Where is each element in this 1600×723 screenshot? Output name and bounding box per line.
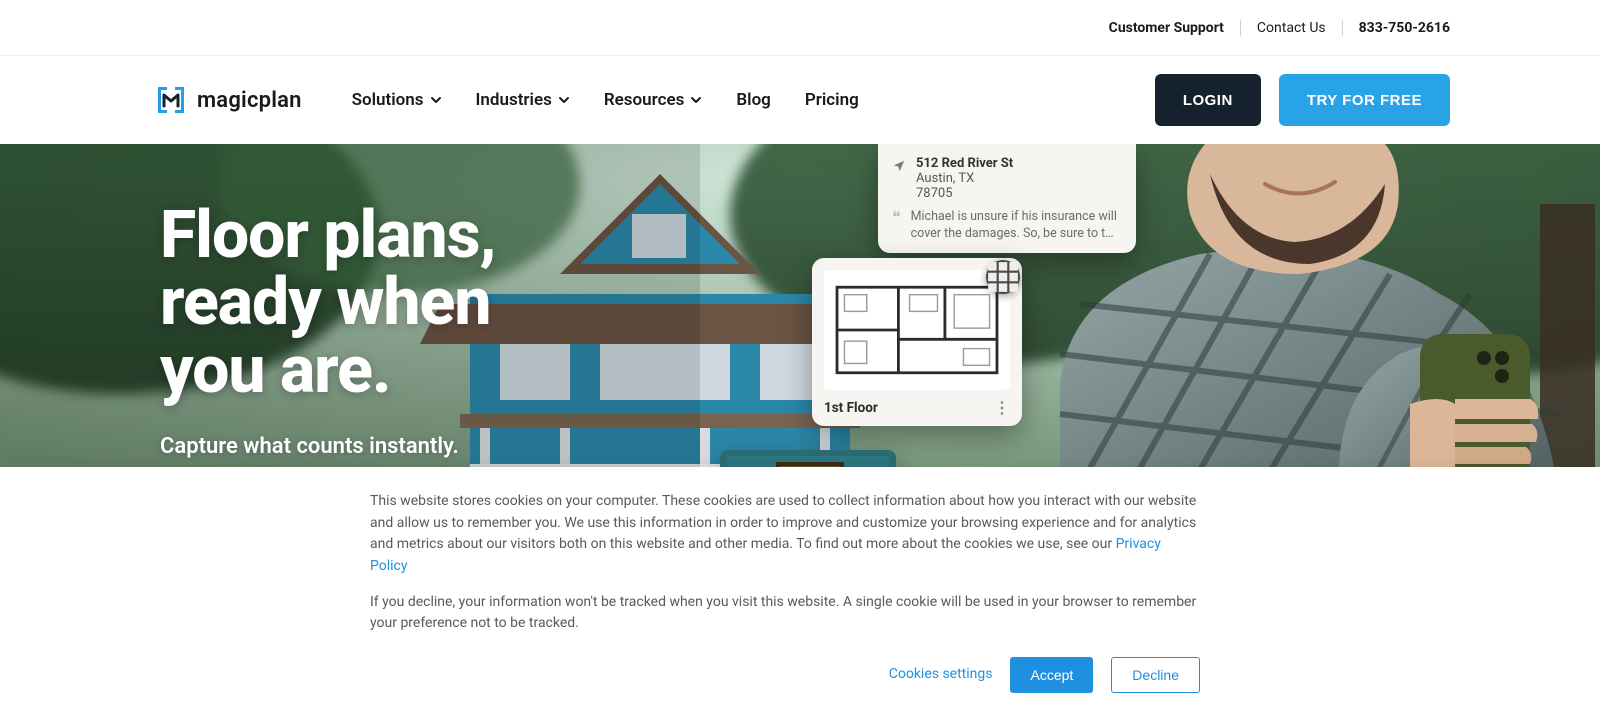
hero-title-line: ready when (160, 264, 490, 341)
grid-view-icon[interactable] (986, 260, 1020, 294)
nav-item-solutions[interactable]: Solutions (352, 90, 442, 110)
cookie-text: This website stores cookies on your comp… (370, 493, 1196, 552)
nav-actions: LOGIN TRY FOR FREE (1155, 74, 1450, 126)
accept-button[interactable]: Accept (1010, 657, 1093, 693)
address-card: 512 Red River St Austin, TX 78705 ❝ Mich… (878, 144, 1136, 253)
brand-logo[interactable]: magicplan (155, 84, 302, 116)
cookie-paragraph-2: If you decline, your information won't b… (370, 592, 1200, 635)
try-free-button[interactable]: TRY FOR FREE (1279, 74, 1450, 126)
address-lines: 512 Red River St Austin, TX 78705 (916, 156, 1013, 201)
nav-label: Blog (736, 90, 771, 110)
address-line-3: 78705 (916, 186, 1013, 201)
floorplan-preview (824, 270, 1010, 390)
chevron-down-icon (430, 94, 442, 106)
address-line-2: Austin, TX (916, 171, 1013, 186)
divider (1240, 20, 1241, 36)
nav-item-blog[interactable]: Blog (736, 90, 771, 110)
quote-icon: ❝ (892, 209, 901, 243)
nav-label: Pricing (805, 90, 859, 110)
more-vertical-icon[interactable]: ⋮ (994, 405, 1010, 411)
logo-mark-icon (155, 84, 187, 116)
main-nav: magicplan Solutions Industries Resources… (0, 56, 1600, 144)
address-note: Michael is unsure if his insurance will … (911, 209, 1122, 243)
cookie-paragraph-1: This website stores cookies on your comp… (370, 491, 1200, 578)
brand-name: magicplan (197, 88, 302, 113)
hero-title-line: you are. (160, 332, 391, 409)
nav-label: Industries (476, 90, 552, 110)
chevron-down-icon (558, 94, 570, 106)
nav-item-resources[interactable]: Resources (604, 90, 703, 110)
hero-content: Floor plans, ready when you are. Capture… (0, 144, 1600, 494)
login-button[interactable]: LOGIN (1155, 74, 1261, 126)
nav-menu: Solutions Industries Resources Blog Pric… (352, 90, 859, 110)
nav-item-industries[interactable]: Industries (476, 90, 570, 110)
phone-link[interactable]: 833-750-2616 (1359, 20, 1450, 36)
cookie-banner: This website stores cookies on your comp… (0, 467, 1600, 723)
nav-label: Solutions (352, 90, 424, 110)
utility-bar: Customer Support Contact Us 833-750-2616 (0, 0, 1600, 56)
decline-button[interactable]: Decline (1111, 657, 1200, 693)
nav-item-pricing[interactable]: Pricing (805, 90, 859, 110)
floorplan-label: 1st Floor (824, 400, 878, 416)
location-arrow-icon (892, 158, 906, 177)
cookies-settings-link[interactable]: Cookies settings (889, 664, 993, 686)
contact-us-link[interactable]: Contact Us (1257, 20, 1326, 36)
chevron-down-icon (690, 94, 702, 106)
nav-label: Resources (604, 90, 685, 110)
hero: Floor plans, ready when you are. Capture… (0, 144, 1600, 504)
cookie-actions: Cookies settings Accept Decline (370, 657, 1200, 693)
hero-title-line: Floor plans, (160, 197, 496, 274)
divider (1342, 20, 1343, 36)
floorplan-card: 1st Floor ⋮ (812, 258, 1022, 426)
customer-support-link[interactable]: Customer Support (1109, 20, 1224, 36)
address-line-1: 512 Red River St (916, 156, 1013, 171)
